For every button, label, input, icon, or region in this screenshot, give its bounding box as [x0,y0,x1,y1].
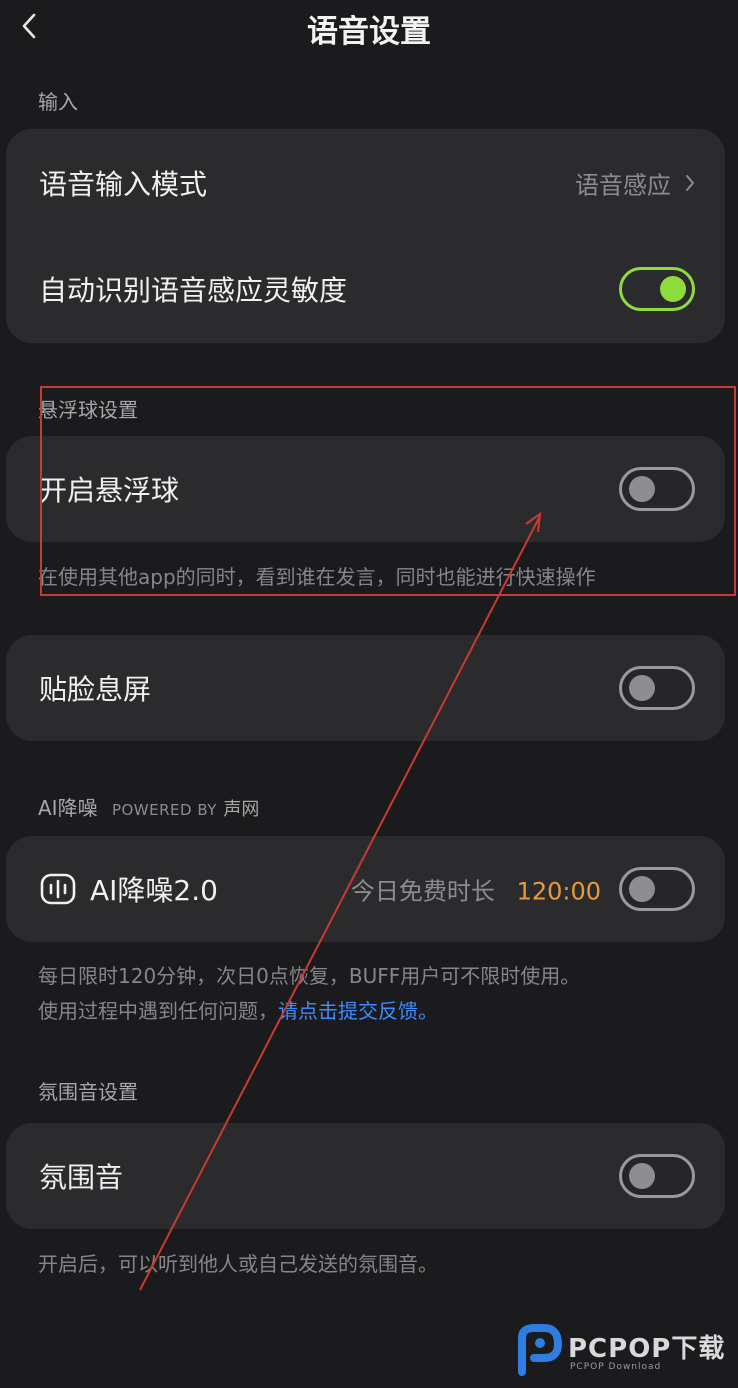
ai-noise-description-line2: 使用过程中遇到任何问题，请点击提交反馈。 [38,995,438,1024]
toggle-knob [660,276,686,302]
page-title: 语音设置 [307,14,431,50]
row-voice-input-mode[interactable]: 语音输入模式 语音感应 [6,131,725,235]
row-label: 自动识别语音感应灵敏度 [39,274,348,307]
chevron-right-icon [686,175,694,191]
voice-mode-value: 语音感应 [575,171,671,200]
row-ai-noise: AI降噪2.0 今日免费时长 120:00 [6,837,725,941]
section-label-input: 输入 [38,90,78,114]
row-label: 开启悬浮球 [39,474,180,507]
ambience-description: 开启后，可以听到他人或自己发送的氛围音。 [38,1252,438,1276]
submit-feedback-link[interactable]: 请点击提交反馈。 [278,999,438,1023]
floating-ball-toggle[interactable] [619,467,695,511]
card-ai-noise: AI降噪2.0 今日免费时长 120:00 [6,836,725,942]
ambience-toggle[interactable] [619,1154,695,1198]
row-label: 语音输入模式 [39,168,208,201]
section-label-ai-noise: AI降噪 POWERED BY 声网 [38,792,259,821]
ai-noise-description-line1: 每日限时120分钟，次日0点恢复，BUFF用户可不限时使用。 [38,964,581,988]
row-label: AI降噪2.0 [90,874,218,907]
section-label-ambience: 氛围音设置 [38,1080,138,1104]
free-time-value: 120:00 [516,877,601,906]
ai-noise-toggle[interactable] [619,867,695,911]
card-input: 语音输入模式 语音感应 自动识别语音感应灵敏度 [6,129,725,343]
watermark-text: PCPOP下载 [568,1334,726,1364]
card-face-screen: 贴脸息屏 [6,635,725,741]
pcpop-logo-icon [518,1324,563,1376]
card-ambience: 氛围音 [6,1123,725,1229]
free-time-label: 今日免费时长 [350,877,495,906]
toggle-knob [629,876,655,902]
card-floating-ball: 开启悬浮球 [6,436,725,542]
sound-wave-icon [40,873,76,905]
face-screen-toggle[interactable] [619,666,695,710]
powered-by-text: POWERED BY [111,801,217,819]
toggle-knob [629,675,655,701]
section-label-floating-ball: 悬浮球设置 [38,398,138,422]
row-ambience: 氛围音 [6,1124,725,1228]
desc-prefix: 使用过程中遇到任何问题， [38,999,278,1023]
provider-name: 声网 [223,799,260,820]
toggle-knob [629,1163,655,1189]
row-floating-ball: 开启悬浮球 [6,437,725,541]
row-label: 氛围音 [39,1161,124,1194]
row-auto-sensitivity: 自动识别语音感应灵敏度 [6,237,725,341]
watermark: PCPOP下载 PCPOP Download [512,1320,738,1388]
row-face-screen: 贴脸息屏 [6,636,725,740]
floating-ball-description: 在使用其他app的同时，看到谁在发言，同时也能进行快速操作 [38,565,596,589]
ai-noise-label: AI降噪 [38,796,98,820]
auto-sensitivity-toggle[interactable] [619,267,695,311]
watermark-subtext: PCPOP Download [570,1362,662,1372]
row-label: 贴脸息屏 [39,673,152,706]
header: 语音设置 [0,0,738,56]
toggle-knob [629,476,655,502]
free-time-info: 今日免费时长 120:00 [351,872,601,907]
